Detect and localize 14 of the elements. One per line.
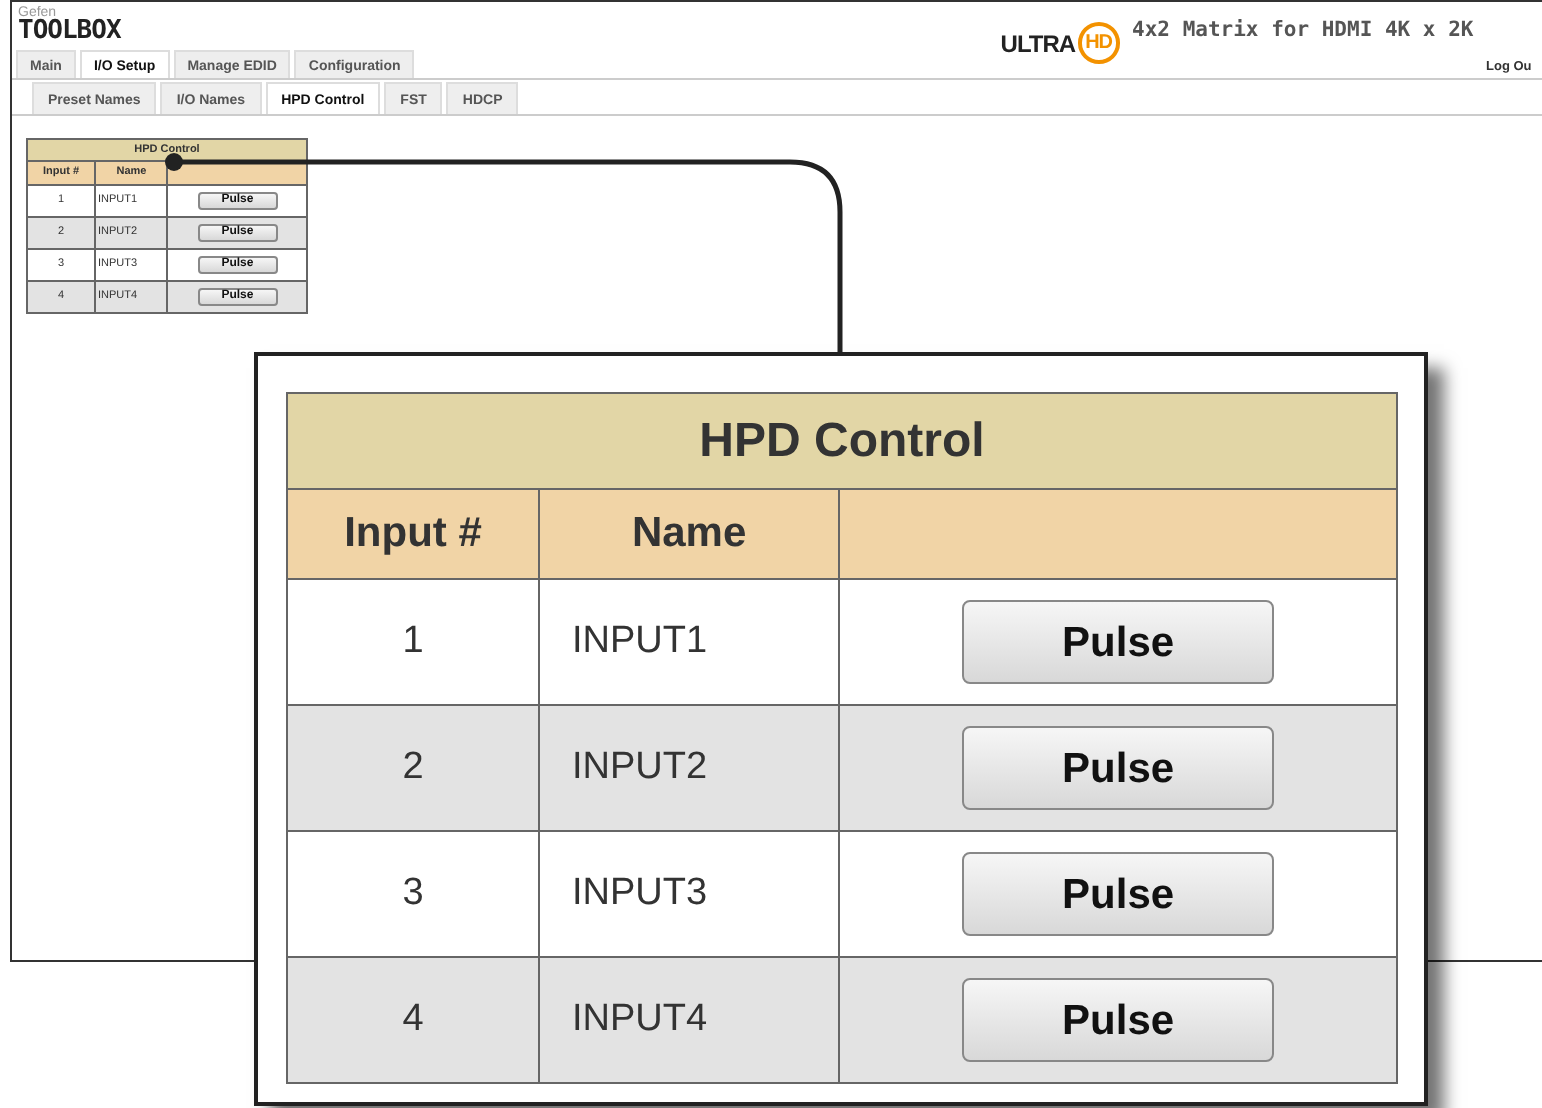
brand-logo: TOOLBOX bbox=[18, 20, 121, 44]
table-cell: 4 bbox=[287, 957, 539, 1083]
table-title: HPD Control bbox=[287, 393, 1397, 489]
table-cell: 2 bbox=[287, 705, 539, 831]
pulse-button[interactable]: Pulse bbox=[962, 726, 1275, 810]
page-title: 4x2 Matrix for HDMI 4K x 2K bbox=[1132, 16, 1474, 46]
pulse-button[interactable]: Pulse bbox=[962, 852, 1275, 936]
pulse-button[interactable]: Pulse bbox=[962, 978, 1275, 1062]
pulse-button[interactable]: Pulse bbox=[962, 600, 1275, 684]
column-header: Name bbox=[538, 489, 840, 579]
column-header: Input # bbox=[287, 489, 539, 579]
ultra-hd-logo: ULTRA HD bbox=[1000, 22, 1121, 64]
table-cell: INPUT4 bbox=[538, 957, 840, 1083]
table-cell: INPUT2 bbox=[538, 705, 840, 831]
